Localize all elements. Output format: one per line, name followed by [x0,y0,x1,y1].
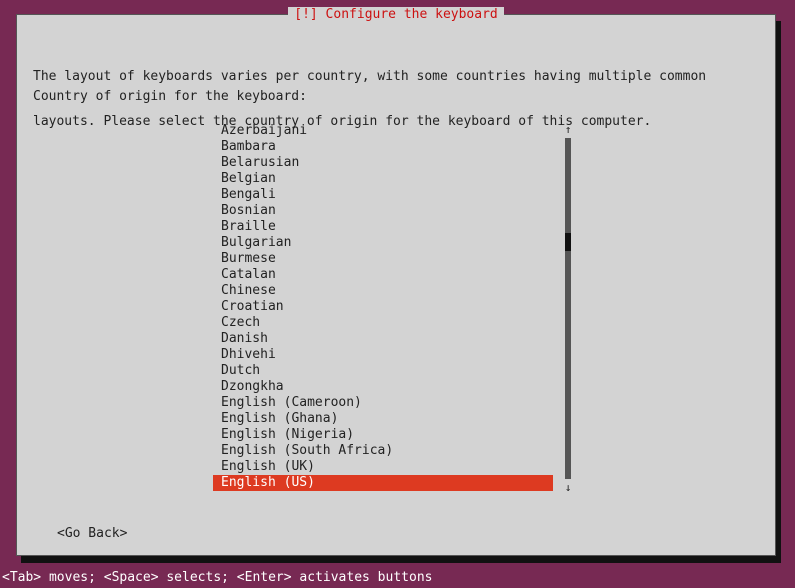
list-item[interactable]: Croatian [213,299,573,315]
dialog-box: [!] Configure the keyboard The layout of… [16,14,776,556]
list-item[interactable]: Bambara [213,139,573,155]
list-item[interactable]: Catalan [213,267,573,283]
list-item[interactable]: Danish [213,331,573,347]
list-item[interactable]: Bosnian [213,203,573,219]
list-item[interactable]: Braille [213,219,573,235]
footer-hint: <Tab> moves; <Space> selects; <Enter> ac… [2,570,432,585]
list-item[interactable]: English (South Africa) [213,443,573,459]
scroll-down-arrow[interactable]: ↓ [563,480,573,495]
list-item[interactable]: Dutch [213,363,573,379]
list-item[interactable]: Chinese [213,283,573,299]
prompt-label: Country of origin for the keyboard: [33,89,307,104]
scrollbar[interactable]: ↑ ↓ [565,123,571,494]
list-item[interactable]: Czech [213,315,573,331]
go-back-button[interactable]: <Go Back> [57,526,127,541]
body-line-1: The layout of keyboards varies per count… [33,69,759,84]
list-item[interactable]: English (Nigeria) [213,427,573,443]
list-item[interactable]: English (UK) [213,459,573,475]
list-item[interactable]: English (Ghana) [213,411,573,427]
list-item[interactable]: Dhivehi [213,347,573,363]
list-item[interactable]: Burmese [213,251,573,267]
list-item[interactable]: English (Cameroon) [213,395,573,411]
dialog-title-wrap: [!] Configure the keyboard [17,7,775,22]
list-item[interactable]: English (US) [213,475,553,491]
list-item[interactable]: Belgian [213,171,573,187]
list-item[interactable]: Bulgarian [213,235,573,251]
list-item[interactable]: Azerbaijani [213,123,573,139]
list-item[interactable]: Bengali [213,187,573,203]
scroll-track[interactable] [565,138,571,479]
list-item[interactable]: Dzongkha [213,379,573,395]
keyboard-country-list[interactable]: AzerbaijaniBambaraBelarusianBelgianBenga… [213,123,573,491]
scroll-up-arrow[interactable]: ↑ [563,122,573,137]
dialog-title: [!] Configure the keyboard [288,7,504,22]
list-item[interactable]: Belarusian [213,155,573,171]
scroll-thumb[interactable] [565,233,571,251]
